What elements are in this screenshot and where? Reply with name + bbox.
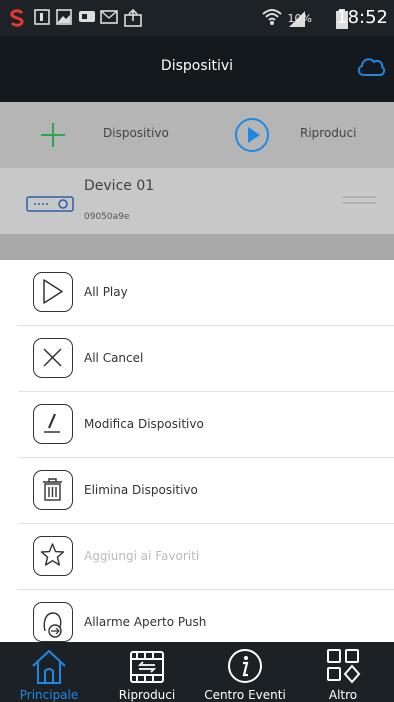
device-serial: 09050a9e — [84, 212, 130, 222]
playback-icon — [130, 651, 164, 683]
tab-principale[interactable]: Principale — [0, 642, 98, 702]
notification-icon — [34, 9, 50, 25]
add-icon[interactable] — [40, 122, 66, 148]
menu-item-all-cancel[interactable]: All Cancel — [0, 326, 394, 392]
message-icon — [79, 11, 95, 22]
tab-centro-eventi[interactable]: Centro Eventi — [196, 642, 294, 702]
status-bar: 10% 18:52 — [0, 0, 394, 36]
app-header: Dispositivi — [0, 36, 394, 102]
info-icon — [228, 649, 262, 683]
image-icon — [56, 9, 72, 25]
menu-item-add-favorites[interactable]: Aggiungi ai Favoriti — [0, 524, 394, 590]
menu-item-label: Allarme Aperto Push — [84, 615, 207, 629]
overlay-dim — [0, 234, 394, 260]
menu-item-delete-device[interactable]: Elimina Dispositivo — [0, 458, 394, 524]
tab-riproduci[interactable]: Riproduci — [98, 642, 196, 702]
clock: 18:52 — [336, 7, 388, 28]
bottom-tab-bar: Principale Riproduci Centro Eventi Altro — [0, 642, 394, 702]
tab-altro[interactable]: Altro — [294, 642, 392, 702]
device-name: Device 01 — [84, 178, 155, 194]
battery-percent: 10% — [287, 12, 312, 25]
menu-item-edit-device[interactable]: Modifica Dispositivo — [0, 392, 394, 458]
play-icon — [33, 272, 73, 312]
device-toolbar: Dispositivo Riproduci — [0, 102, 394, 168]
page-title: Dispositivi — [160, 58, 234, 74]
tab-label: Altro — [328, 688, 358, 702]
menu-item-all-play[interactable]: All Play — [0, 260, 394, 326]
menu-item-alarm-push[interactable]: Allarme Aperto Push — [0, 590, 394, 642]
menu-item-label: Modifica Dispositivo — [84, 417, 204, 431]
play-button[interactable]: Riproduci — [300, 126, 356, 140]
grid-icon — [327, 649, 361, 684]
play-circle-icon[interactable] — [234, 117, 270, 153]
wifi-icon — [262, 9, 282, 25]
home-icon — [32, 649, 66, 684]
add-device-button[interactable]: Dispositivo — [103, 126, 169, 140]
action-sheet: All Play All Cancel Modifica Dispositivo… — [0, 260, 394, 642]
star-icon — [33, 536, 73, 576]
menu-item-label: All Play — [84, 285, 128, 299]
tab-label: Centro Eventi — [204, 688, 286, 702]
trash-icon — [33, 470, 73, 510]
drag-handle-icon[interactable] — [342, 195, 376, 205]
edit-icon — [33, 404, 73, 444]
app-logo-icon — [10, 9, 24, 27]
dvr-device-icon — [26, 196, 74, 212]
tab-label: Principale — [19, 688, 79, 702]
mail-icon — [100, 10, 118, 24]
close-icon — [33, 338, 73, 378]
tab-label: Riproduci — [118, 688, 176, 702]
cloud-icon[interactable] — [356, 54, 386, 78]
upload-icon — [124, 9, 142, 27]
menu-item-label: Aggiungi ai Favoriti — [84, 549, 200, 563]
menu-item-label: All Cancel — [84, 351, 144, 365]
alarm-push-icon — [33, 602, 73, 642]
menu-item-label: Elimina Dispositivo — [84, 483, 198, 497]
device-row[interactable]: Device 01 09050a9e — [0, 168, 394, 234]
